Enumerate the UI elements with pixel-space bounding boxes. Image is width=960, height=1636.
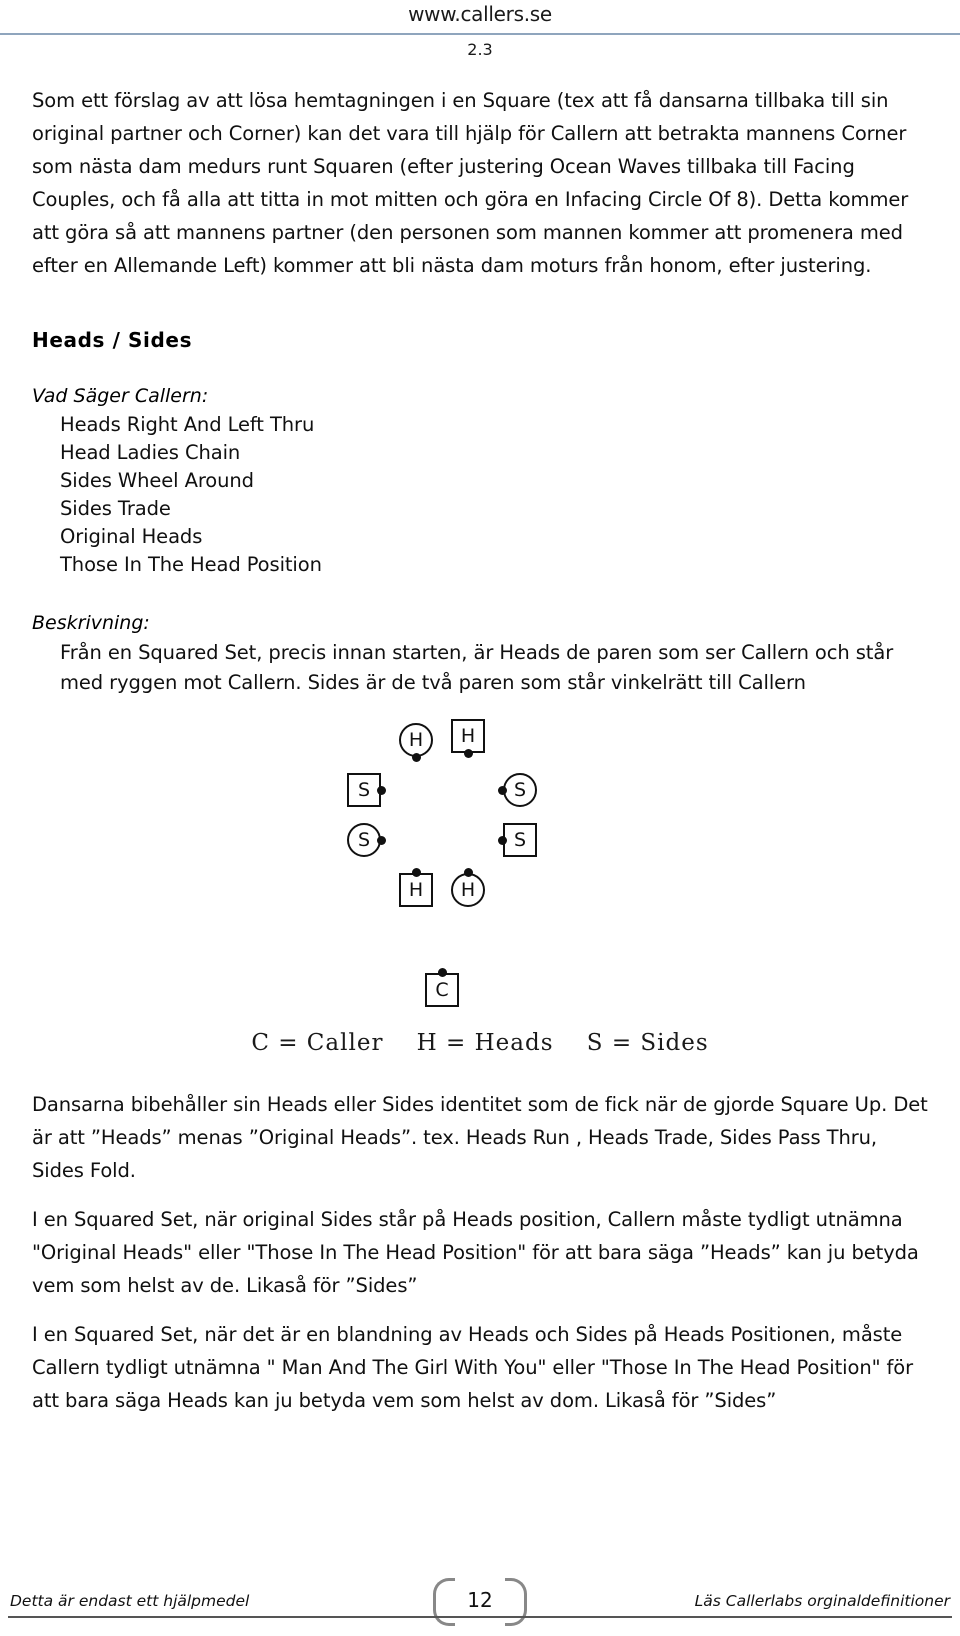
list-item: Sides Wheel Around xyxy=(60,469,254,492)
facing-direction-dot-icon xyxy=(463,749,473,758)
dancer-marker-0: H xyxy=(396,720,436,762)
lady-circle-icon: H xyxy=(399,723,433,757)
dancer-marker-7: H xyxy=(448,868,488,910)
dancer-marker-5: S xyxy=(498,820,540,860)
man-square-icon: S xyxy=(347,773,381,807)
dancer-marker-1: H xyxy=(448,716,488,758)
lady-circle-icon: S xyxy=(347,823,381,857)
description-label: Beskrivning: xyxy=(32,612,150,634)
header-divider xyxy=(0,33,960,35)
calls-label: Vad Säger Callern: xyxy=(32,385,209,407)
dancer-marker-4: S xyxy=(344,820,386,860)
list-item: Those In The Head Position xyxy=(60,553,322,576)
list-item: Original Heads xyxy=(60,525,203,548)
note-paragraph-1: Dansarna bibehåller sin Heads eller Side… xyxy=(32,1093,928,1182)
facing-direction-dot-icon xyxy=(463,868,473,877)
document-page: www.callers.se 2.3 Som ett förslag av at… xyxy=(0,0,960,1636)
man-square-icon: C xyxy=(425,973,459,1007)
note-paragraph-2: I en Squared Set, när original Sides stå… xyxy=(32,1208,919,1297)
dancer-marker-2: S xyxy=(344,770,386,810)
facing-direction-dot-icon xyxy=(411,868,421,877)
caller-marker: C xyxy=(422,968,462,1010)
list-item: Sides Trade xyxy=(60,497,171,520)
note-paragraph-3: I en Squared Set, när det är en blandnin… xyxy=(32,1323,914,1412)
facing-direction-dot-icon xyxy=(377,835,386,845)
facing-direction-dot-icon xyxy=(411,753,421,762)
footer-left-text: Detta är endast ett hjälpmedel xyxy=(10,1592,250,1610)
facing-direction-dot-icon xyxy=(377,785,386,795)
facing-direction-dot-icon xyxy=(437,968,447,977)
man-square-icon: S xyxy=(503,823,537,857)
diagram-legend: C = Caller H = Heads S = Sides xyxy=(251,1030,709,1056)
facing-direction-dot-icon xyxy=(498,835,507,845)
footer-right-text: Läs Callerlabs orginaldefinitioner xyxy=(694,1592,950,1610)
man-square-icon: H xyxy=(451,719,485,753)
section-number: 2.3 xyxy=(467,40,493,59)
footer-divider xyxy=(8,1616,952,1618)
section-heading-heads-sides: Heads / Sides xyxy=(32,328,193,352)
facing-direction-dot-icon xyxy=(498,785,507,795)
header-site-title: www.callers.se xyxy=(408,2,552,26)
page-footer: Detta är endast ett hjälpmedel 12 Läs Ca… xyxy=(0,1566,960,1636)
page-number-badge: 12 xyxy=(425,1578,535,1628)
page-header: www.callers.se xyxy=(0,0,960,36)
description-text: Från en Squared Set, precis innan starte… xyxy=(60,641,894,694)
lady-circle-icon: H xyxy=(451,873,485,907)
list-item: Head Ladies Chain xyxy=(60,441,241,464)
man-square-icon: H xyxy=(399,873,433,907)
list-item: Heads Right And Left Thru xyxy=(60,413,315,436)
intro-paragraph: Som ett förslag av att lösa hemtagningen… xyxy=(32,89,909,277)
lady-circle-icon: S xyxy=(503,773,537,807)
call-list: Heads Right And Left Thru Head Ladies Ch… xyxy=(32,411,928,579)
page-content: Som ett förslag av att lösa hemtagningen… xyxy=(32,84,928,1417)
square-formation-diagram: HHSSSSHH C C = Caller H = Heads S = Side… xyxy=(220,712,740,1072)
dancer-marker-3: S xyxy=(498,770,540,810)
dancer-marker-6: H xyxy=(396,868,436,910)
